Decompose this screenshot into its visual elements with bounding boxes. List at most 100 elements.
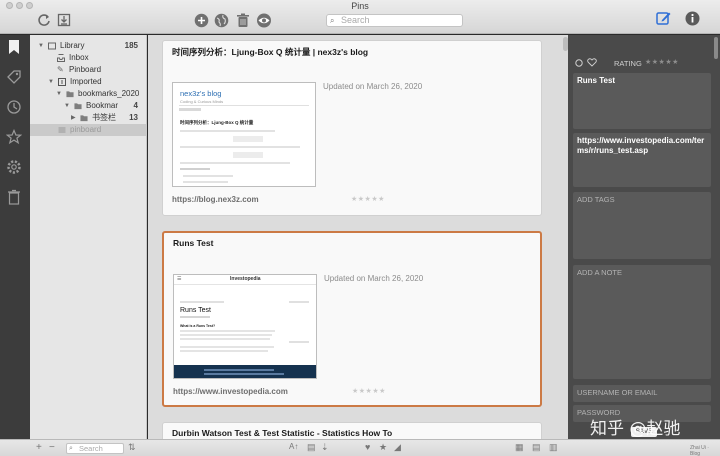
source-search-placeholder: Search: [79, 444, 103, 453]
import-folder-icon: [58, 78, 66, 86]
sort-icon[interactable]: ▤: [307, 442, 316, 453]
source-label: pinboard: [70, 125, 102, 134]
source-bookmarks-2020[interactable]: ▼ bookmarks_2020: [30, 88, 147, 100]
sort-direction-icon[interactable]: ⇣: [321, 442, 329, 453]
source-library[interactable]: ▼ Library 185: [30, 40, 147, 52]
status-text: Zhai Ui · Blog: [690, 445, 709, 456]
pin-card-selected[interactable]: Runs Test ☰ Investopedia Runs Test What …: [162, 231, 542, 407]
disclosure-closed-icon[interactable]: ▶: [71, 112, 76, 124]
thumb-cookie-banner: [174, 365, 316, 378]
grid-view-icon[interactable]: ▦: [515, 442, 524, 453]
thumb-post-title: 时间序列分析：Ljung-Box Q 统计量: [180, 120, 254, 125]
remove-source-icon[interactable]: −: [49, 442, 55, 453]
eye-icon[interactable]: [256, 12, 272, 28]
pin-icon: ✎: [57, 65, 64, 74]
pin-thumbnail[interactable]: ☰ Investopedia Runs Test What is a Runs …: [173, 274, 317, 379]
globe-icon[interactable]: [213, 12, 229, 28]
disclosure-open-icon[interactable]: ▼: [64, 100, 70, 112]
rating-stars[interactable]: ★★★★★: [645, 58, 679, 66]
source-pinboard-import[interactable]: pinboard: [30, 124, 147, 136]
source-count: 13: [129, 113, 138, 122]
search-input[interactable]: ⌕ Search: [326, 14, 463, 27]
folder-icon: [74, 103, 82, 110]
thumb-text-placeholder: [180, 338, 270, 340]
source-search-input[interactable]: ⌕ Search: [66, 443, 124, 454]
source-pinboard[interactable]: ✎ Pinboard: [30, 64, 147, 76]
pin-url[interactable]: https://www.investopedia.com: [173, 387, 288, 396]
rating-label: RATING: [614, 59, 642, 68]
list-view-icon[interactable]: ▤: [532, 442, 541, 453]
inspector-panel: RATING ★★★★★ Runs Test https://www.inves…: [568, 35, 720, 439]
source-count: 185: [124, 41, 138, 50]
disclosure-open-icon[interactable]: ▼: [56, 88, 62, 100]
refresh-icon[interactable]: [36, 12, 52, 28]
disclosure-open-icon[interactable]: ▼: [48, 76, 54, 88]
folder-icon: [80, 115, 88, 122]
thumb-text-placeholder: [180, 330, 275, 332]
source-label: Imported: [70, 77, 102, 86]
thumb-text-placeholder: [180, 130, 275, 132]
source-list: ▼ Library 185 Inbox ✎ Pinboard ▼ Importe…: [30, 35, 147, 439]
text-size-icon[interactable]: A↑: [289, 442, 298, 451]
thumb-formula-placeholder: [233, 152, 263, 158]
edit-icon[interactable]: [656, 10, 672, 26]
watermark: 知乎 @赵驰: [590, 419, 681, 439]
inbox-icon: [57, 54, 65, 62]
thumb-heading: nex3z's blog: [180, 89, 222, 98]
pin-url[interactable]: https://blog.nex3z.com: [172, 195, 259, 204]
bookmark-icon[interactable]: [5, 38, 23, 56]
tags-field[interactable]: ADD TAGS: [573, 192, 711, 259]
unread-circle-icon[interactable]: [575, 59, 583, 67]
thumb-sidebar-placeholder: [289, 301, 309, 303]
thumb-text-placeholder: [180, 346, 274, 348]
settings-icon[interactable]: [5, 158, 23, 176]
star-icon[interactable]: [5, 128, 23, 146]
pin-thumbnail[interactable]: nex3z's blog Coding & Curious Minds 时间序列…: [172, 82, 316, 187]
username-field[interactable]: USERNAME OR EMAIL: [573, 385, 711, 402]
pin-card[interactable]: 时间序列分析：Ljung-Box Q 统计量 | nex3z's blog ne…: [162, 40, 542, 216]
app-window: Pins ⌕ Search ▼ Library 185 Inbox ✎ Pinb…: [0, 0, 720, 456]
pin-date: Updated on March 26, 2020: [323, 82, 423, 91]
large-view-icon[interactable]: ▥: [549, 442, 558, 453]
pin-date: Updated on March 26, 2020: [324, 274, 424, 283]
history-icon[interactable]: [5, 98, 23, 116]
disclosure-open-icon[interactable]: ▼: [38, 40, 44, 52]
window-title: Pins: [351, 1, 369, 11]
rating-stars[interactable]: ★★★★★: [351, 195, 385, 203]
add-icon[interactable]: [193, 12, 209, 28]
menu-icon: ☰: [177, 276, 182, 282]
pin-list: 时间序列分析：Ljung-Box Q 统计量 | nex3z's blog ne…: [148, 35, 568, 439]
source-imported[interactable]: ▼ Imported: [30, 76, 147, 88]
source-bookmark-bar[interactable]: ▶ 书签栏 13: [30, 112, 147, 124]
heart-icon[interactable]: [587, 58, 597, 67]
search-icon: ⌕: [69, 445, 73, 452]
note-placeholder: ADD A NOTE: [577, 268, 623, 277]
url-value: https://www.investopedia.com/terms/r/run…: [577, 136, 705, 155]
folder-icon: [66, 91, 74, 98]
title-field[interactable]: Runs Test: [573, 73, 711, 129]
source-label: bookmarks_2020: [78, 89, 140, 98]
stats-icon[interactable]: ◢: [394, 442, 401, 453]
inspector-scrollbar[interactable]: [714, 37, 718, 59]
starred-filter-icon[interactable]: ★: [379, 442, 387, 453]
add-source-icon[interactable]: +: [36, 442, 42, 453]
library-icon: [48, 42, 56, 50]
source-label: 书签栏: [92, 113, 116, 122]
import-icon[interactable]: [56, 12, 72, 28]
favorite-filter-icon[interactable]: ♥: [365, 442, 370, 452]
url-field[interactable]: https://www.investopedia.com/terms/r/run…: [573, 133, 711, 187]
navigation-rail: [0, 35, 30, 439]
trash-rail-icon[interactable]: [5, 188, 23, 206]
sync-icon[interactable]: ⇅: [128, 442, 136, 453]
trash-icon[interactable]: [235, 12, 251, 28]
note-field[interactable]: ADD A NOTE: [573, 265, 711, 379]
pin-title: Runs Test: [173, 238, 214, 248]
pin-card[interactable]: Durbin Watson Test & Test Statistic - St…: [162, 422, 542, 439]
tags-placeholder: ADD TAGS: [577, 195, 615, 204]
thumb-text-placeholder: [180, 162, 290, 164]
tag-icon[interactable]: [5, 68, 23, 86]
info-icon[interactable]: [684, 10, 700, 26]
source-inbox[interactable]: Inbox: [30, 52, 147, 64]
rating-stars[interactable]: ★★★★★: [352, 387, 386, 395]
source-bookmar[interactable]: ▼ Bookmar 4: [30, 100, 147, 112]
